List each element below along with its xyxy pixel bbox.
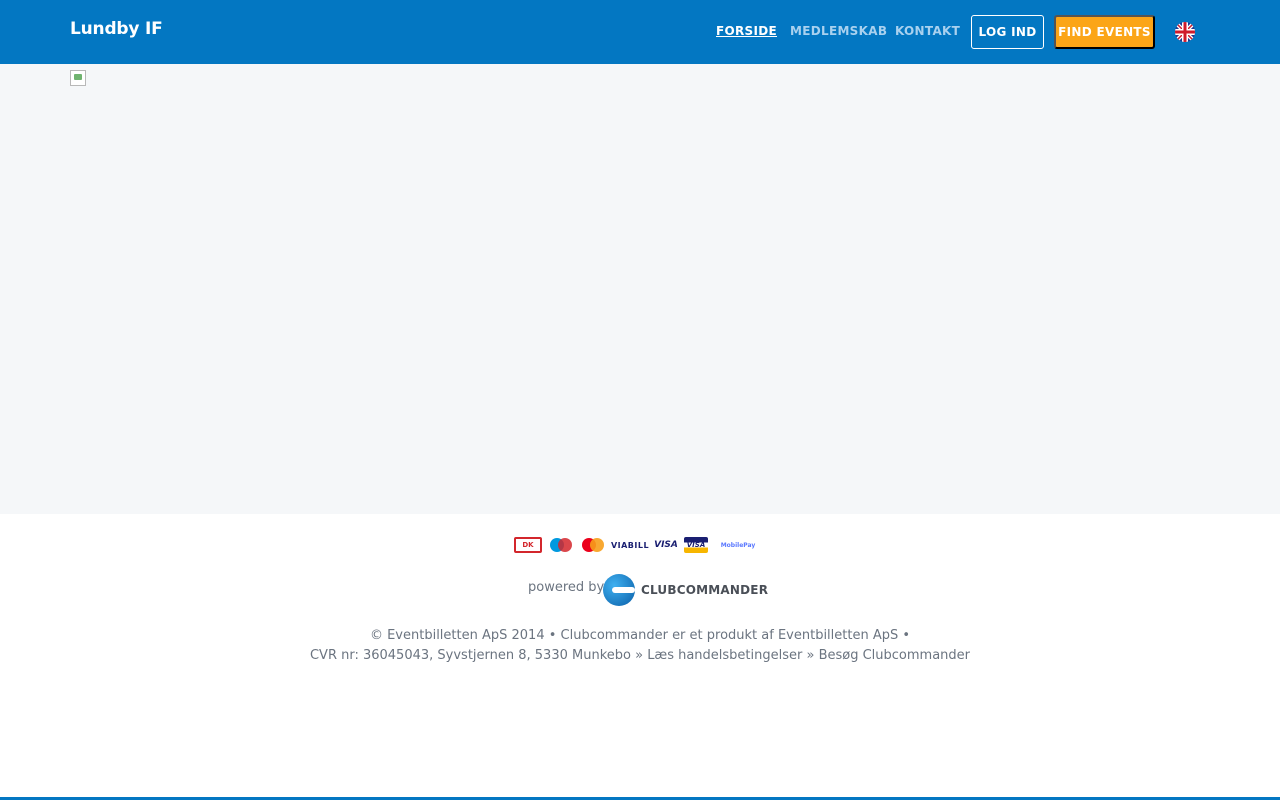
main-content (0, 64, 1280, 514)
nav-link-forside[interactable]: FORSIDE (716, 24, 777, 38)
payment-methods: DK VIABILL VISA VISA MobilePay (514, 536, 762, 554)
viabill-icon: VIABILL (610, 540, 650, 550)
clubcommander-logo-icon (603, 574, 635, 606)
mobilepay-icon: MobilePay (720, 541, 756, 549)
brand-logo[interactable]: Lundby IF (70, 19, 163, 39)
terms-link[interactable]: Læs handelsbetingelser (647, 648, 802, 663)
nav-link-medlemskab[interactable]: MEDLEMSKAB (790, 24, 887, 38)
broken-image-icon (70, 70, 86, 86)
visa-icon: VISA (654, 540, 678, 550)
uk-flag-graphic (1175, 22, 1195, 42)
top-navbar: Lundby IF FORSIDE MEDLEMSKAB KONTAKT LOG… (0, 0, 1280, 64)
visit-clubcommander-link[interactable]: Besøg Clubcommander (819, 648, 970, 663)
clubcommander-logo[interactable]: CLUBCOMMANDER (603, 573, 768, 607)
visa-electron-icon: VISA (684, 537, 708, 553)
separator: » (802, 648, 819, 663)
maestro-icon (548, 537, 574, 553)
dankort-icon: DK (514, 537, 542, 553)
mastercard-icon (580, 537, 606, 553)
find-events-button[interactable]: FIND EVENTS (1054, 15, 1155, 49)
footer: DK VIABILL VISA VISA MobilePay powered b… (0, 514, 1280, 797)
copyright-line: © Eventbilletten ApS 2014 • Clubcommande… (369, 628, 911, 643)
company-info-line: CVR nr: 36045043, Syvstjernen 8, 5330 Mu… (0, 646, 1280, 666)
uk-flag-icon[interactable] (1175, 22, 1195, 42)
clubcommander-logo-text: CLUBCOMMANDER (641, 583, 769, 597)
nav-link-kontakt[interactable]: KONTAKT (895, 24, 960, 38)
company-address: CVR nr: 36045043, Syvstjernen 8, 5330 Mu… (309, 648, 631, 663)
powered-by-label: powered by (528, 580, 605, 595)
login-button[interactable]: LOG IND (971, 15, 1044, 49)
separator: » (630, 648, 648, 663)
